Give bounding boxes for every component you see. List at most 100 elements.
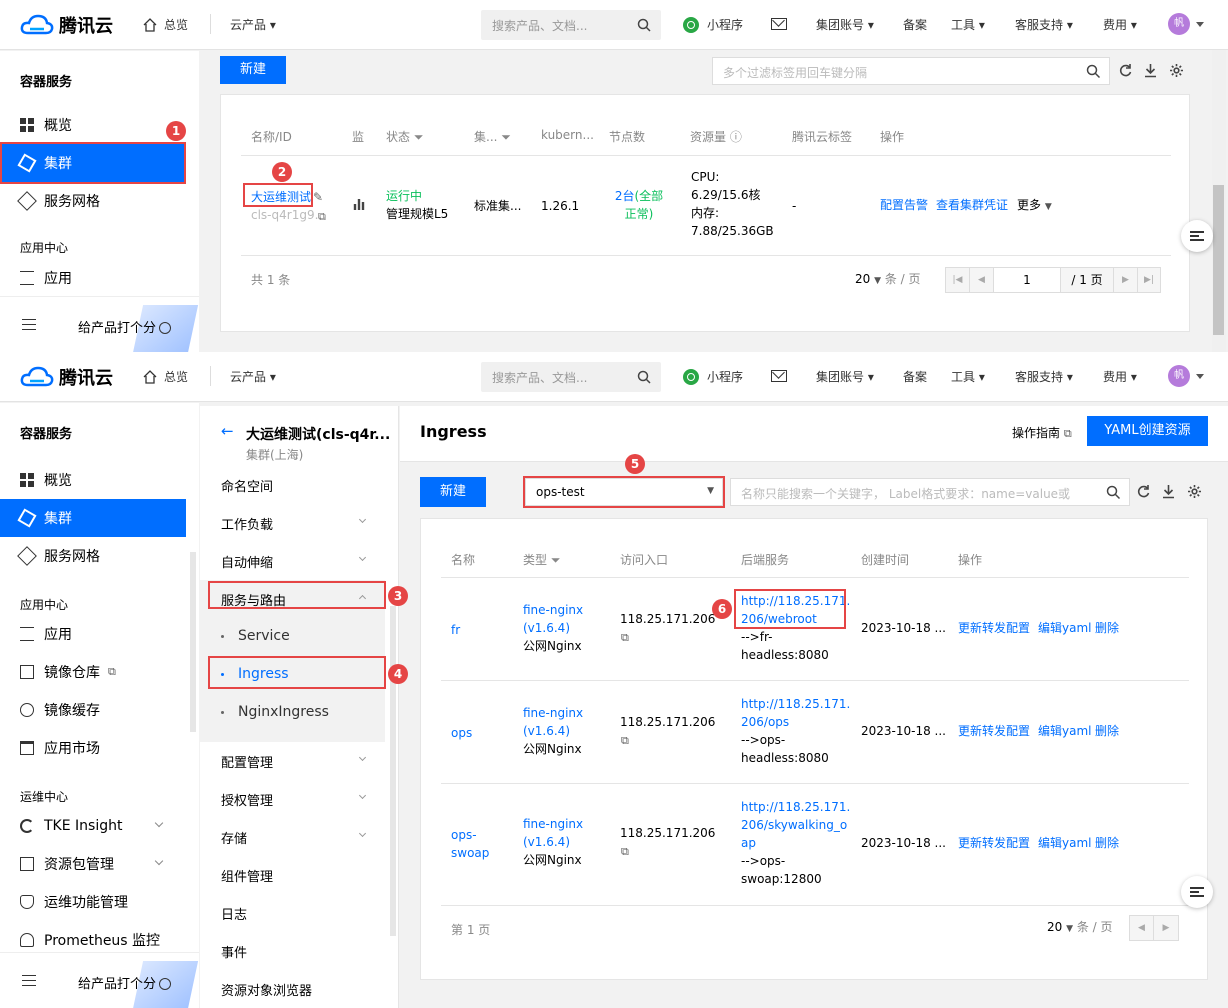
group-account-menu[interactable]: 集团账号 ▾ — [816, 368, 874, 385]
scrollbar-thumb[interactable] — [1213, 185, 1224, 335]
guide-link[interactable]: 操作指南 ⧉ — [1012, 424, 1072, 441]
gear-icon[interactable] — [1187, 484, 1202, 499]
menu-browser[interactable]: 资源对象浏览器 — [221, 980, 312, 999]
new-cluster-button[interactable]: 新建 — [220, 56, 286, 84]
menu-namespace[interactable]: 命名空间 — [221, 476, 273, 495]
sidebar-item-market[interactable]: 应用市场 — [0, 729, 186, 767]
sidebar-item-tke-insight[interactable]: TKE Insight — [0, 807, 186, 845]
next-page-icon[interactable]: ▶ — [1114, 268, 1138, 292]
filter-icon[interactable]: ⏷ — [414, 130, 424, 144]
menu-event[interactable]: 事件 — [221, 942, 247, 961]
backend-url-link[interactable]: http://118.25.171. — [741, 695, 850, 713]
update-forward-link[interactable]: 更新转发配置 — [958, 722, 1030, 740]
page-size-select[interactable]: 20 ▼ 条 / 页 — [855, 270, 921, 290]
back-arrow-icon[interactable]: ← — [221, 422, 234, 440]
sidebar-item-ops-feature[interactable]: 运维功能管理 — [0, 883, 186, 921]
support-menu[interactable]: 客服支持 ▾ — [1015, 368, 1073, 385]
copy-icon[interactable]: ⧉ — [621, 843, 629, 861]
sidebar-item-cluster[interactable]: 集群 — [0, 499, 186, 537]
collapse-icon[interactable] — [22, 319, 36, 330]
avatar[interactable]: 帆 — [1168, 365, 1190, 387]
menu-config[interactable]: 配置管理 — [221, 752, 273, 771]
yaml-create-button[interactable]: YAML创建资源 — [1087, 416, 1208, 446]
submenu-scrollbar[interactable] — [390, 606, 396, 936]
delete-link[interactable]: 删除 — [1095, 834, 1119, 852]
global-search-input[interactable]: 搜索产品、文档... — [481, 362, 661, 392]
products-menu[interactable]: 云产品 ▾ — [230, 368, 276, 385]
ingress-type-link[interactable]: fine-nginx — [523, 704, 583, 722]
chevron-down-icon[interactable] — [1196, 22, 1204, 27]
page-input[interactable]: 1 — [994, 268, 1060, 292]
sidebar-scrollbar[interactable] — [190, 552, 196, 732]
tools-menu[interactable]: 工具 ▾ — [951, 16, 985, 33]
backend-url-link[interactable]: http://118.25.171. — [741, 798, 850, 816]
edit-yaml-link[interactable]: 编辑yaml — [1038, 619, 1091, 637]
home-link[interactable]: 总览 — [142, 368, 188, 385]
ingress-type-version[interactable]: (v1.6.4) — [523, 619, 570, 637]
info-icon[interactable]: ⓘ — [730, 130, 742, 144]
sidebar-item-pkg-mgmt[interactable]: 资源包管理 — [0, 845, 186, 883]
logo[interactable]: 腾讯云 — [20, 364, 113, 390]
col-status[interactable]: 状态 ⏷ — [386, 128, 423, 145]
home-link[interactable]: 总览 — [142, 16, 188, 33]
node-count[interactable]: 2台(全部正常) — [609, 187, 669, 223]
page-size-select[interactable]: 20 ▼ 条 / 页 — [1047, 918, 1113, 938]
rate-product-link[interactable]: 给产品打个分 — [78, 973, 172, 992]
ingress-name-link[interactable]: fr — [451, 621, 460, 639]
col-type[interactable]: 集... ⏷ — [474, 128, 511, 145]
update-forward-link[interactable]: 更新转发配置 — [958, 619, 1030, 637]
prev-page-icon[interactable]: ◀ — [1130, 916, 1154, 940]
billing-menu[interactable]: 费用 ▾ — [1103, 368, 1137, 385]
more-menu[interactable]: 更多 ▼ — [1017, 196, 1052, 216]
refresh-icon[interactable] — [1136, 484, 1151, 499]
menu-autoscale[interactable]: 自动伸缩 — [221, 552, 273, 571]
next-page-icon[interactable]: ▶ — [1154, 916, 1178, 940]
ingress-type-version[interactable]: (v1.6.4) — [523, 722, 570, 740]
sidebar-item-mesh[interactable]: 服务网格 — [0, 537, 186, 575]
menu-storage[interactable]: 存储 — [221, 828, 247, 847]
chevron-down-icon[interactable] — [1196, 374, 1204, 379]
copy-icon[interactable]: ⧉ — [621, 629, 629, 647]
prev-page-icon[interactable]: ◀ — [970, 268, 994, 292]
backend-url-link-2[interactable]: 206/ops — [741, 713, 789, 731]
menu-float-button[interactable] — [1181, 220, 1213, 252]
backend-url-link-3[interactable]: ap — [741, 834, 756, 852]
gear-icon[interactable] — [1169, 63, 1184, 78]
filter-icon[interactable]: ⏷ — [501, 130, 511, 144]
delete-link[interactable]: 删除 — [1095, 619, 1119, 637]
copy-icon[interactable]: ⧉ — [318, 208, 326, 226]
ingress-name-link[interactable]: ops — [451, 724, 472, 742]
ingress-name-link-2[interactable]: swoap — [451, 844, 489, 862]
menu-component[interactable]: 组件管理 — [221, 866, 273, 885]
download-icon[interactable] — [1143, 63, 1158, 78]
support-menu[interactable]: 客服支持 ▾ — [1015, 16, 1073, 33]
group-account-menu[interactable]: 集团账号 ▾ — [816, 16, 874, 33]
sidebar-item-image-cache[interactable]: 镜像缓存 — [0, 691, 186, 729]
rate-product-link[interactable]: 给产品打个分 — [78, 317, 172, 336]
refresh-icon[interactable] — [1118, 63, 1133, 78]
sidebar-item-overview[interactable]: 概览 — [0, 106, 186, 144]
filter-icon[interactable]: ⏷ — [551, 553, 561, 567]
sidebar-item-mesh[interactable]: 服务网格 — [0, 182, 186, 220]
mini-program-link[interactable]: 小程序 — [683, 16, 743, 33]
mail-icon[interactable] — [771, 18, 787, 30]
logo[interactable]: 腾讯云 — [20, 12, 113, 38]
products-menu[interactable]: 云产品 ▾ — [230, 16, 276, 33]
ingress-name-link[interactable]: ops- — [451, 826, 477, 844]
last-page-icon[interactable]: ▶| — [1138, 268, 1160, 292]
edit-yaml-link[interactable]: 编辑yaml — [1038, 834, 1091, 852]
filing-link[interactable]: 备案 — [903, 368, 927, 385]
view-credential-link[interactable]: 查看集群凭证 — [936, 196, 1008, 214]
col-type[interactable]: 类型 ⏷ — [523, 551, 560, 568]
ingress-type-version[interactable]: (v1.6.4) — [523, 833, 570, 851]
global-search-input[interactable]: 搜索产品、文档... — [481, 10, 661, 40]
menu-workload[interactable]: 工作负载 — [221, 514, 273, 533]
sidebar-item-apps[interactable]: 应用 — [0, 615, 186, 653]
menu-nginx-ingress[interactable]: NginxIngress — [221, 704, 329, 720]
ingress-type-link[interactable]: fine-nginx — [523, 815, 583, 833]
billing-menu[interactable]: 费用 ▾ — [1103, 16, 1137, 33]
tools-menu[interactable]: 工具 ▾ — [951, 368, 985, 385]
collapse-icon[interactable] — [22, 975, 36, 986]
mail-icon[interactable] — [771, 370, 787, 382]
sidebar-item-apps[interactable]: 应用 — [0, 259, 186, 297]
